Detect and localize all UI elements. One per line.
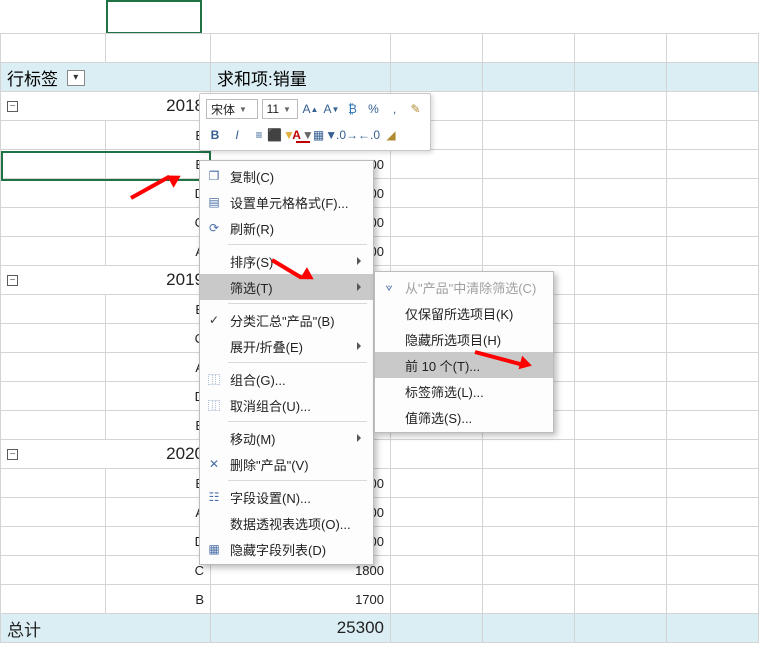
ctx-sort[interactable]: 排序(S)	[200, 248, 373, 274]
data-row[interactable]: A00	[1, 498, 759, 527]
data-row[interactable]: E00	[1, 469, 759, 498]
data-row[interactable]: D1900	[1, 527, 759, 556]
ctx-pivot-options-label: 数据透视表选项(O)...	[230, 514, 351, 533]
data-row[interactable]: B800	[1, 150, 759, 179]
group-icon: ⿲	[206, 371, 222, 387]
percent-format-icon[interactable]: %	[365, 100, 382, 118]
row-labels-header: 行标签	[7, 70, 58, 89]
ctx-expand-collapse[interactable]: 展开/折叠(E)	[200, 333, 373, 359]
accounting-format-icon[interactable]: ₿	[344, 100, 361, 118]
ctx-move[interactable]: 移动(M)	[200, 425, 373, 451]
ctx-hide-field-list-label: 隐藏字段列表(D)	[230, 540, 326, 559]
ctx-field-settings[interactable]: ☷ 字段设置(N)...	[200, 484, 373, 510]
collapse-icon[interactable]: −	[7, 275, 18, 286]
sub-value-filter-label: 值筛选(S)...	[405, 408, 472, 427]
filter-dropdown-icon[interactable]: ▾	[67, 70, 85, 86]
data-row[interactable]: C00	[1, 208, 759, 237]
ctx-move-label: 移动(M)	[230, 429, 276, 448]
column-header-selected	[106, 0, 202, 34]
ctx-pivot-options[interactable]: 数据透视表选项(O)...	[200, 510, 373, 536]
sub-keep-selected[interactable]: 仅保留所选项目(K)	[375, 300, 553, 326]
ctx-delete-label: 删除"产品"(V)	[230, 455, 309, 474]
borders-icon[interactable]: ▦▼	[316, 126, 334, 144]
italic-icon[interactable]: I	[228, 126, 246, 144]
collapse-icon[interactable]: −	[7, 449, 18, 460]
ctx-subtotal[interactable]: 分类汇总"产品"(B)	[200, 307, 373, 333]
ctx-group[interactable]: ⿲ 组合(G)...	[200, 366, 373, 392]
ctx-sort-label: 排序(S)	[230, 252, 273, 271]
ctx-filter[interactable]: 筛选(T)	[200, 274, 373, 300]
fill-color-icon[interactable]: ⬛▼	[272, 126, 290, 144]
data-row[interactable]: A00	[1, 237, 759, 266]
copy-icon: ❐	[206, 168, 222, 184]
increase-decimal-icon[interactable]: .0→	[338, 126, 356, 144]
year-row-2020[interactable]: − 2020	[1, 440, 759, 469]
sub-label-filter[interactable]: 标签筛选(L)...	[375, 378, 553, 404]
font-size-select[interactable]: 11▼	[262, 99, 298, 119]
sub-label-filter-label: 标签筛选(L)...	[405, 382, 484, 401]
ctx-field-settings-label: 字段设置(N)...	[230, 488, 311, 507]
ctx-subtotal-label: 分类汇总"产品"(B)	[230, 311, 335, 330]
ctx-refresh[interactable]: ⟳ 刷新(R)	[200, 215, 373, 241]
ctx-ungroup-label: 取消组合(U)...	[230, 396, 311, 415]
separator	[228, 362, 367, 363]
sub-hide-selected-label: 隐藏所选项目(H)	[405, 330, 501, 349]
sub-value-filter[interactable]: 值筛选(S)...	[375, 404, 553, 430]
header-row: 行标签 ▾ 求和项:销量	[1, 63, 759, 92]
field-settings-icon: ☷	[206, 489, 222, 505]
comma-format-icon[interactable]: ,	[386, 100, 403, 118]
grand-total-label: 总计	[1, 614, 211, 643]
align-icon[interactable]: ≡	[250, 126, 268, 144]
sub-top-10-label: 前 10 个(T)...	[405, 356, 480, 375]
ctx-expand-label: 展开/折叠(E)	[230, 337, 303, 356]
data-row[interactable]: B1700	[1, 585, 759, 614]
sub-hide-selected[interactable]: 隐藏所选项目(H)	[375, 326, 553, 352]
refresh-icon: ⟳	[206, 220, 222, 236]
clear-filter-icon: ⟇	[381, 279, 397, 295]
bold-icon[interactable]: B	[206, 126, 224, 144]
grow-font-icon[interactable]: A▲	[302, 100, 319, 118]
format-painter-icon[interactable]: ✎	[407, 100, 424, 118]
ctx-copy[interactable]: ❐ 复制(C)	[200, 163, 373, 189]
font-name-value: 宋体	[211, 101, 235, 118]
ctx-group-label: 组合(G)...	[230, 370, 286, 389]
decrease-decimal-icon[interactable]: ←.0	[360, 126, 378, 144]
ctx-hide-field-list[interactable]: ▦ 隐藏字段列表(D)	[200, 536, 373, 562]
data-row[interactable]: C1800	[1, 556, 759, 585]
separator	[228, 421, 367, 422]
sub-clear-filter: ⟇ 从"产品"中清除筛选(C)	[375, 274, 553, 300]
hide-field-list-icon: ▦	[206, 541, 222, 557]
delete-icon: ✕	[206, 456, 222, 472]
ungroup-icon: ⿲	[206, 397, 222, 413]
ctx-refresh-label: 刷新(R)	[230, 219, 274, 238]
separator	[228, 303, 367, 304]
sub-top-10[interactable]: 前 10 个(T)...	[375, 352, 553, 378]
mini-format-toolbar: 宋体▼ 11▼ A▲ A▼ ₿ % , ✎ B I ≡ ⬛▼ A▼ ▦▼ .0→…	[199, 93, 431, 151]
font-size-value: 11	[267, 102, 279, 116]
font-color-icon[interactable]: A▼	[294, 126, 312, 144]
footer-row: 总计 25300	[1, 614, 759, 643]
ctx-filter-label: 筛选(T)	[230, 278, 273, 297]
context-menu: ❐ 复制(C) ▤ 设置单元格格式(F)... ⟳ 刷新(R) 排序(S) 筛选…	[199, 160, 374, 565]
ctx-format-cells[interactable]: ▤ 设置单元格格式(F)...	[200, 189, 373, 215]
ctx-format-cells-label: 设置单元格格式(F)...	[230, 193, 348, 212]
separator	[228, 480, 367, 481]
clear-format-icon[interactable]: ◢	[382, 126, 400, 144]
separator	[228, 244, 367, 245]
spacer-row	[1, 34, 759, 63]
collapse-icon[interactable]: −	[7, 101, 18, 112]
sum-header: 求和项:销量	[211, 63, 391, 92]
sub-keep-selected-label: 仅保留所选项目(K)	[405, 304, 513, 323]
ctx-copy-label: 复制(C)	[230, 167, 274, 186]
format-cells-icon: ▤	[206, 194, 222, 210]
shrink-font-icon[interactable]: A▼	[323, 100, 340, 118]
filter-submenu: ⟇ 从"产品"中清除筛选(C) 仅保留所选项目(K) 隐藏所选项目(H) 前 1…	[374, 271, 554, 433]
ctx-delete-field[interactable]: ✕ 删除"产品"(V)	[200, 451, 373, 477]
data-row[interactable]: D00	[1, 179, 759, 208]
sub-clear-filter-label: 从"产品"中清除筛选(C)	[405, 278, 536, 297]
ctx-ungroup[interactable]: ⿲ 取消组合(U)...	[200, 392, 373, 418]
font-name-select[interactable]: 宋体▼	[206, 99, 258, 119]
grand-total-value: 25300	[211, 614, 391, 643]
